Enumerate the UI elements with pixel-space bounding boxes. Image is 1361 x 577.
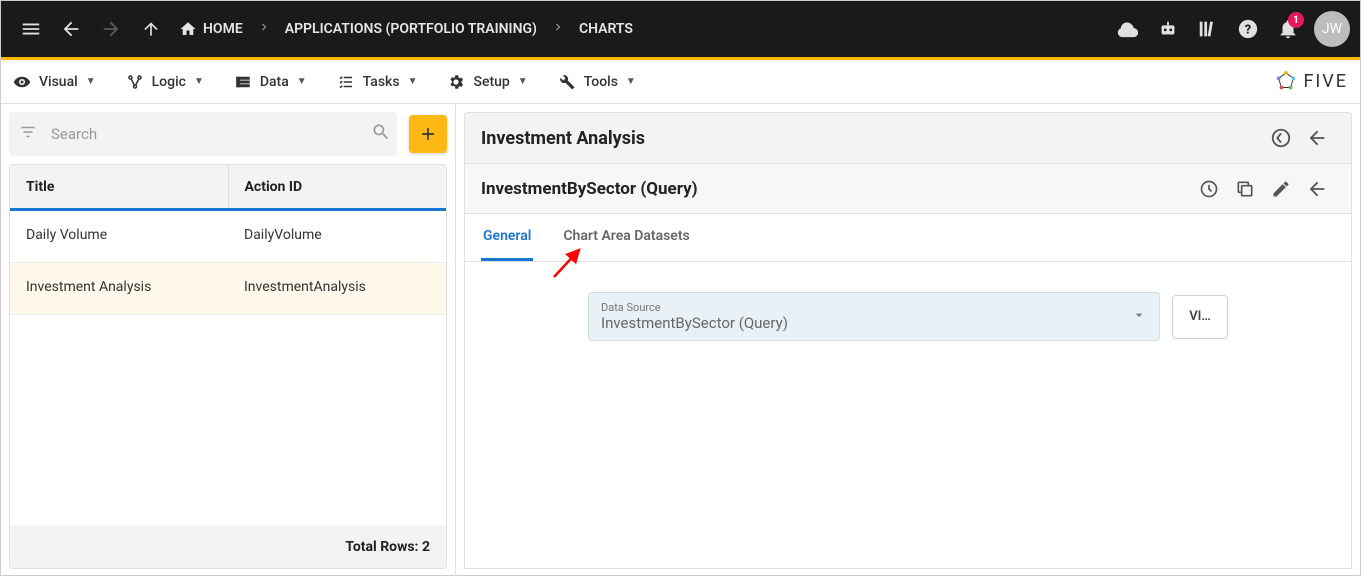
avatar-initials: JW — [1322, 21, 1342, 37]
column-title[interactable]: Title — [10, 165, 229, 208]
history-icon[interactable] — [1191, 171, 1227, 207]
list-table: Title Action ID Daily Volume DailyVolume… — [9, 164, 447, 569]
menu-tools[interactable]: Tools▼ — [558, 73, 636, 91]
breadcrumb-applications[interactable]: APPLICATIONS (PORTFOLIO TRAINING) — [277, 21, 545, 37]
breadcrumb-label: HOME — [203, 21, 243, 37]
filter-icon[interactable] — [19, 123, 37, 145]
notification-badge: 1 — [1288, 12, 1304, 28]
menu-visual[interactable]: Visual▼ — [13, 73, 96, 91]
search-icon[interactable] — [371, 122, 391, 146]
table-footer: Total Rows: 2 — [10, 526, 446, 568]
search-row — [9, 112, 397, 156]
field-value: InvestmentBySector (Query) — [601, 314, 1119, 332]
menu-tasks[interactable]: Tasks▼ — [337, 73, 418, 91]
hamburger-icon[interactable] — [11, 9, 51, 49]
detail-body: Data Source InvestmentBySector (Query) V… — [464, 262, 1352, 569]
avatar[interactable]: JW — [1314, 11, 1350, 47]
up-icon[interactable] — [131, 9, 171, 49]
back-arrow-icon[interactable] — [1299, 120, 1335, 156]
table-header: Title Action ID — [10, 165, 446, 211]
robot-icon[interactable] — [1148, 9, 1188, 49]
menubar: Visual▼ Logic▼ Data▼ Tasks▼ Setup▼ Tools… — [1, 60, 1360, 104]
bell-icon[interactable]: 1 — [1268, 9, 1308, 49]
forward-icon — [91, 9, 131, 49]
chevron-down-icon — [1131, 307, 1147, 327]
field-label: Data Source — [601, 301, 1119, 314]
chevron-right-icon — [551, 20, 565, 38]
help-icon[interactable]: ? — [1228, 9, 1268, 49]
breadcrumb-charts[interactable]: CHARTS — [571, 21, 641, 37]
breadcrumb-home[interactable]: HOME — [171, 20, 251, 38]
data-source-select[interactable]: Data Source InvestmentBySector (Query) — [588, 292, 1160, 341]
menu-setup[interactable]: Setup▼ — [447, 73, 527, 91]
view-button[interactable]: VI… — [1172, 295, 1228, 339]
detail-title: Investment Analysis — [481, 128, 645, 149]
tab-chart-area-datasets[interactable]: Chart Area Datasets — [561, 214, 691, 261]
tabs: General Chart Area Datasets — [464, 214, 1352, 262]
breadcrumb-label: APPLICATIONS (PORTFOLIO TRAINING) — [285, 21, 537, 37]
left-panel: Title Action ID Daily Volume DailyVolume… — [1, 104, 456, 577]
tab-general[interactable]: General — [481, 214, 533, 261]
menu-data[interactable]: Data▼ — [234, 73, 307, 91]
menu-logic[interactable]: Logic▼ — [126, 73, 204, 91]
table-row[interactable]: Investment Analysis InvestmentAnalysis — [10, 263, 446, 315]
back-arrow-icon[interactable] — [1299, 171, 1335, 207]
library-icon[interactable] — [1188, 9, 1228, 49]
detail-subheader: InvestmentBySector (Query) — [464, 164, 1352, 214]
topbar: HOME APPLICATIONS (PORTFOLIO TRAINING) C… — [1, 1, 1360, 57]
chevron-right-icon — [257, 20, 271, 38]
copy-icon[interactable] — [1227, 171, 1263, 207]
add-button[interactable] — [409, 115, 447, 153]
detail-subtitle: InvestmentBySector (Query) — [481, 179, 698, 199]
breadcrumb-label: CHARTS — [579, 21, 633, 37]
column-action-id[interactable]: Action ID — [229, 165, 447, 208]
revert-icon[interactable] — [1263, 120, 1299, 156]
edit-icon[interactable] — [1263, 171, 1299, 207]
svg-text:?: ? — [1245, 23, 1251, 38]
right-panel: Investment Analysis InvestmentBySector (… — [456, 104, 1360, 577]
brand-logo: FIVE — [1275, 71, 1348, 93]
breadcrumb: HOME APPLICATIONS (PORTFOLIO TRAINING) C… — [171, 20, 641, 38]
cloud-icon[interactable] — [1108, 9, 1148, 49]
back-icon[interactable] — [51, 9, 91, 49]
detail-header: Investment Analysis — [464, 112, 1352, 164]
table-row[interactable]: Daily Volume DailyVolume — [10, 211, 446, 263]
search-input[interactable] — [45, 125, 363, 143]
